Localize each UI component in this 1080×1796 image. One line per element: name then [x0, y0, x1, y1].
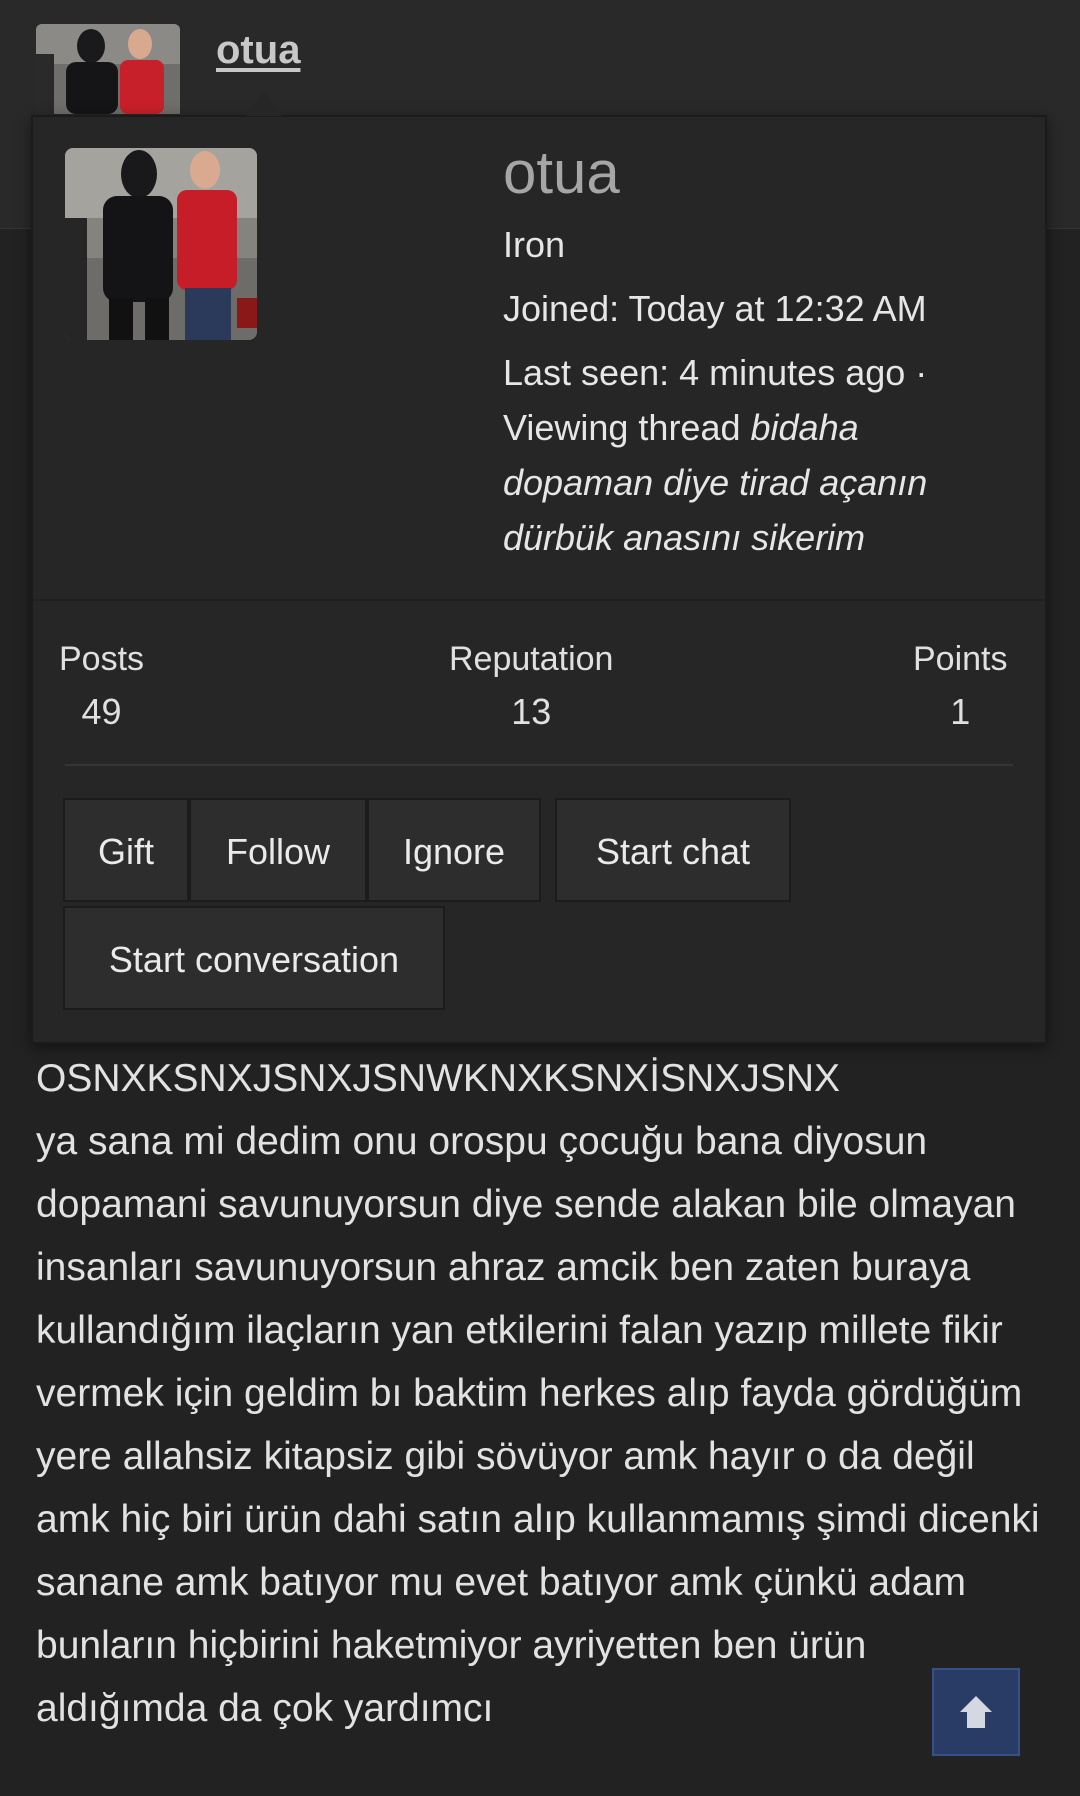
start-conversation-button[interactable]: Start conversation — [63, 906, 445, 1010]
member-tooltip-card: otua Iron Joined: Today at 12:32 AM Last… — [31, 115, 1047, 1044]
arrow-up-icon — [960, 1696, 992, 1728]
avatar-photo-icon — [36, 24, 180, 114]
post-text: ya sana mi dedim onu orospu çocuğu bana … — [36, 1120, 1040, 1730]
member-rank: Iron — [503, 224, 566, 265]
stat-points-value: 1 — [950, 691, 971, 732]
follow-button[interactable]: Follow — [189, 798, 367, 902]
stat-reputation[interactable]: Reputation 13 — [449, 635, 613, 741]
last-seen-text: Last seen: 4 minutes ago · Viewing threa… — [503, 352, 928, 448]
stat-points[interactable]: Points 1 — [913, 635, 1008, 741]
member-joined: Joined: Today at 12:32 AM — [503, 288, 927, 329]
stat-reputation-label: Reputation — [449, 640, 614, 678]
scroll-to-top-button[interactable] — [932, 1668, 1020, 1756]
post-body: OSNXKSNXJSNXJSNWKNXKSNXİSNXJSNX ya sana … — [36, 1047, 1046, 1740]
gift-button[interactable]: Gift — [63, 798, 189, 902]
avatar-photo-icon — [65, 148, 257, 340]
start-chat-button[interactable]: Start chat — [555, 798, 791, 902]
thread-username-link[interactable]: otua — [216, 28, 300, 73]
stat-posts-value: 49 — [81, 691, 122, 732]
stat-posts[interactable]: Posts 49 — [59, 635, 144, 741]
stat-reputation-value: 13 — [511, 691, 552, 732]
stat-points-label: Points — [913, 640, 1008, 678]
stats-divider — [65, 764, 1013, 766]
member-last-seen: Last seen: 4 minutes ago · Viewing threa… — [503, 345, 1013, 565]
thread-user-avatar[interactable] — [36, 24, 180, 114]
ignore-button[interactable]: Ignore — [367, 798, 541, 902]
member-avatar[interactable] — [65, 148, 257, 340]
member-info: otua Iron Joined: Today at 12:32 AM Last… — [503, 137, 1013, 565]
popup-caret — [246, 92, 282, 116]
member-username[interactable]: otua — [503, 137, 1013, 209]
post-first-line: OSNXKSNXJSNXJSNWKNXKSNXİSNXJSNX — [36, 1057, 841, 1100]
stat-posts-label: Posts — [59, 640, 145, 678]
card-divider — [33, 599, 1045, 601]
